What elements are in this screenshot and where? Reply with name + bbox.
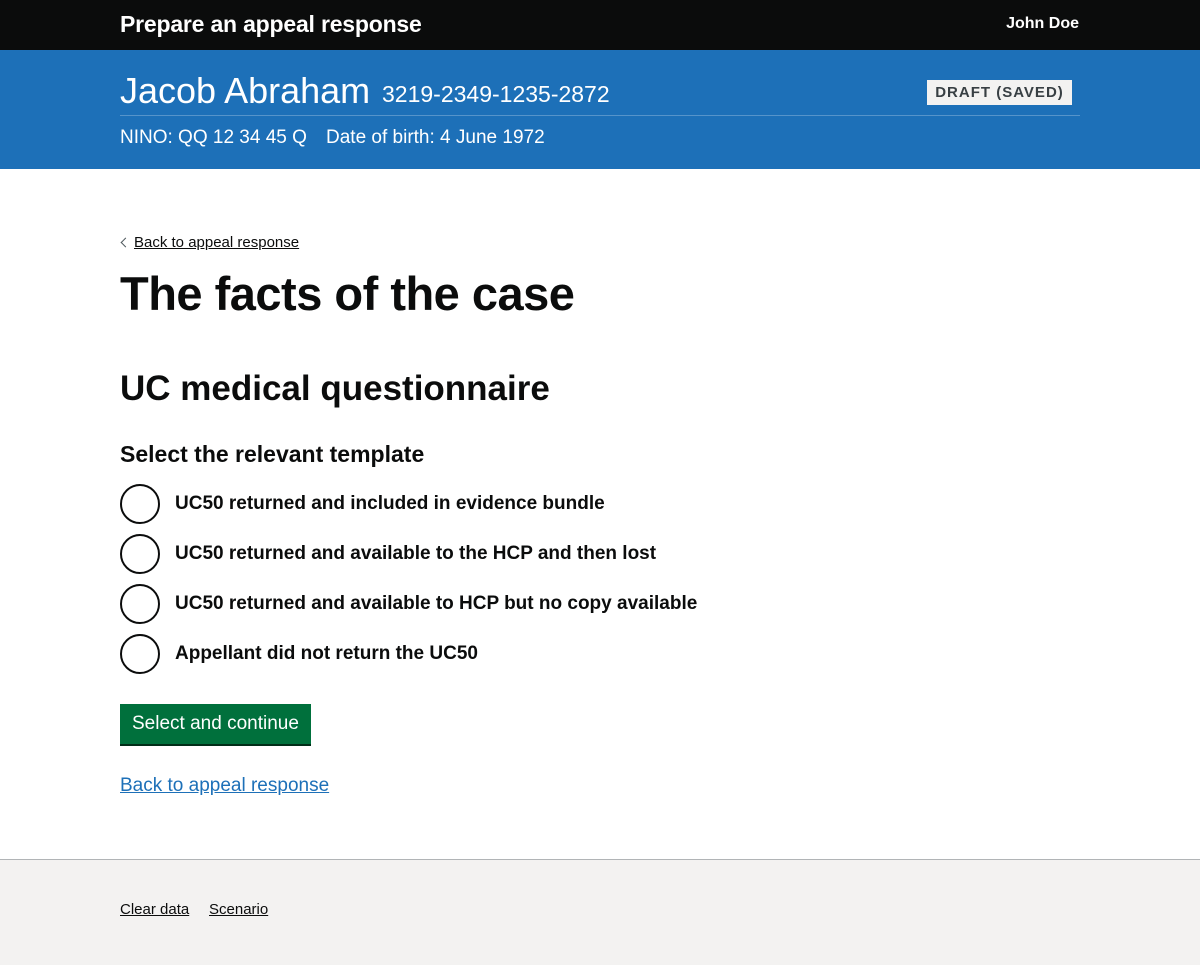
date-of-birth: Date of birth: 4 June 1972 [326,127,545,148]
status-badge: DRAFT (SAVED) [927,80,1072,105]
radio-circle[interactable] [120,534,160,574]
nino: NINO: QQ 12 34 45 Q [120,127,307,148]
radio-label[interactable]: UC50 returned and available to HCP but n… [175,593,697,615]
user-name: John Doe [1006,15,1079,32]
banner-divider [120,115,1080,116]
footer-link-clear-data[interactable]: Clear data [120,901,189,918]
main-content: Back to appeal response The facts of the… [0,169,1200,859]
case-reference: 3219-2349-1235-2872 [382,81,610,107]
case-banner: Jacob Abraham 3219-2349-1235-2872 DRAFT … [0,50,1200,169]
back-link-bottom[interactable]: Back to appeal response [120,775,329,797]
radio-option-no-copy-available[interactable]: UC50 returned and available to HCP but n… [120,584,820,624]
footer: Clear data Scenario [0,859,1200,965]
radio-circle[interactable] [120,634,160,674]
page-title: The facts of the case [120,267,575,320]
radio-legend: Select the relevant template [120,441,425,467]
radio-label[interactable]: UC50 returned and included in evidence b… [175,493,605,515]
radio-option-available-then-lost[interactable]: UC50 returned and available to the HCP a… [120,534,820,574]
footer-link-scenario[interactable]: Scenario [209,901,268,918]
chevron-left-icon [120,237,131,248]
radio-label[interactable]: UC50 returned and available to the HCP a… [175,543,656,565]
service-name[interactable]: Prepare an appeal response [120,11,422,38]
top-header: Prepare an appeal response John Doe [0,0,1200,50]
section-title: UC medical questionnaire [120,369,550,408]
back-link-top-label: Back to appeal response [134,234,300,251]
radio-circle[interactable] [120,484,160,524]
back-link-top[interactable]: Back to appeal response [120,234,299,251]
select-and-continue-button[interactable]: Select and continue [120,704,311,744]
radio-option-not-returned[interactable]: Appellant did not return the UC50 [120,634,820,674]
radio-label[interactable]: Appellant did not return the UC50 [175,643,478,665]
radio-option-included-in-bundle[interactable]: UC50 returned and included in evidence b… [120,484,820,524]
radio-circle[interactable] [120,584,160,624]
appellant-name: Jacob Abraham [120,70,371,111]
